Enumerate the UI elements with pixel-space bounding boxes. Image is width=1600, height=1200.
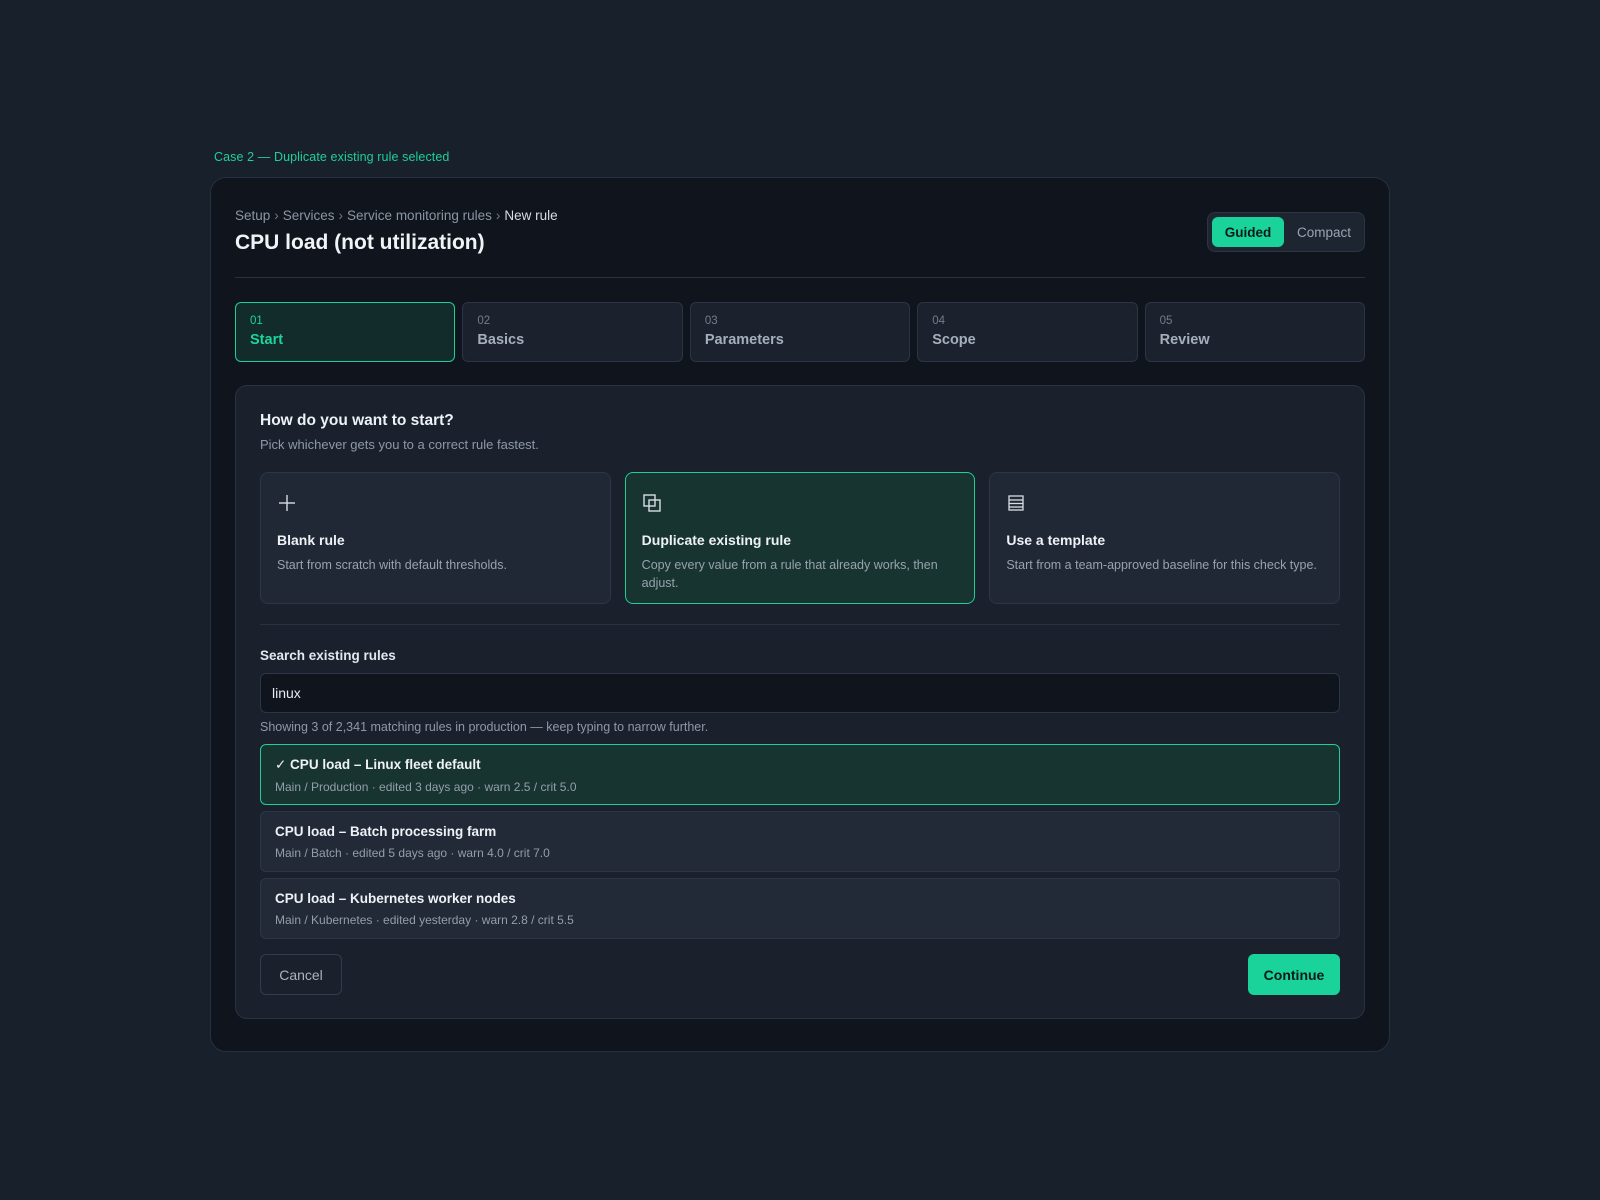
template-icon — [1008, 495, 1024, 511]
result-title: CPU load – Kubernetes worker nodes — [275, 891, 516, 906]
result-item[interactable]: CPU load – Batch processing farm Main / … — [260, 811, 1340, 872]
start-question-subtitle: Pick whichever gets you to a correct rul… — [260, 437, 539, 452]
step-number: 04 — [932, 315, 946, 327]
cancel-button[interactable]: Cancel — [260, 954, 342, 995]
option-duplicate-existing-rule[interactable]: Duplicate existing rule Copy every value… — [624, 472, 976, 604]
option-title: Use a template — [1006, 532, 1106, 548]
step-number: 03 — [704, 315, 718, 327]
duplicate-icon — [642, 494, 661, 512]
page-title: CPU load (not utilization) — [235, 231, 485, 254]
step-scope[interactable]: 04 Scope — [917, 302, 1138, 362]
breadcrumb-separator: › — [338, 208, 344, 223]
result-meta: Main / Batch · edited 5 days ago · warn … — [275, 846, 550, 860]
step-label: Start — [250, 332, 284, 348]
step-parameters[interactable]: 03 Parameters — [689, 302, 911, 362]
breadcrumb-separator: › — [495, 208, 501, 223]
page-header: Setup › Services › Service monitoring ru… — [235, 208, 1365, 278]
breadcrumb-services[interactable]: Services — [283, 208, 335, 223]
breadcrumb: Setup › Services › Service monitoring ru… — [235, 208, 1365, 223]
case-label: Case 2 — Duplicate existing rule selecte… — [214, 150, 450, 164]
breadcrumb-service-monitoring-rules[interactable]: Service monitoring rules — [347, 208, 492, 223]
result-title: CPU load – Batch processing farm — [275, 824, 497, 839]
wizard-steps: 01 Start 02 Basics 03 Parameters 04 Scop… — [235, 302, 1366, 362]
guided-mode-button[interactable]: Guided — [1212, 217, 1284, 247]
step-basics[interactable]: 02 Basics — [462, 302, 683, 362]
search-results-list: ✓ CPU load – Linux fleet default Main / … — [260, 744, 1340, 945]
step-label: Scope — [932, 332, 976, 348]
option-description: Start from scratch with default threshol… — [277, 558, 507, 572]
result-meta: Main / Kubernetes · edited yesterday · w… — [275, 913, 574, 927]
step-label: Review — [1159, 332, 1210, 348]
start-options: Blank rule Start from scratch with defau… — [260, 472, 1341, 604]
step-number: 05 — [1159, 315, 1173, 327]
result-item[interactable]: CPU load – Kubernetes worker nodes Main … — [260, 878, 1340, 939]
option-blank-rule[interactable]: Blank rule Start from scratch with defau… — [260, 472, 611, 604]
step-start[interactable]: 01 Start — [235, 302, 456, 362]
start-question-title: How do you want to start? — [260, 412, 454, 429]
compact-mode-button[interactable]: Compact — [1288, 217, 1360, 247]
breadcrumb-separator: › — [274, 208, 279, 223]
option-title: Duplicate existing rule — [641, 532, 792, 548]
start-panel: How do you want to start? Pick whichever… — [235, 385, 1365, 1019]
option-description: Copy every value from a rule that alread… — [641, 558, 938, 590]
step-label: Parameters — [704, 332, 784, 348]
plus-icon — [279, 495, 295, 511]
rule-wizard-window: Setup › Services › Service monitoring ru… — [210, 177, 1390, 1052]
option-use-template[interactable]: Use a template Start from a team-approve… — [989, 472, 1341, 604]
step-review[interactable]: 05 Review — [1144, 302, 1366, 362]
step-number: 01 — [250, 315, 263, 327]
step-label: Basics — [477, 332, 525, 348]
mode-toggle: Guided Compact — [1207, 212, 1365, 252]
search-existing-rules-label: Search existing rules — [260, 648, 396, 663]
search-existing-rules-input[interactable] — [260, 673, 1340, 713]
option-title: Blank rule — [277, 532, 345, 548]
section-divider — [260, 624, 1340, 625]
breadcrumb-current: New rule — [504, 208, 558, 223]
step-number: 02 — [477, 315, 491, 327]
option-description: Start from a team-approved baseline for … — [1006, 558, 1317, 572]
result-meta: Main / Production · edited 3 days ago · … — [275, 780, 577, 794]
result-item[interactable]: ✓ CPU load – Linux fleet default Main / … — [260, 744, 1340, 805]
search-results-hint: Showing 3 of 2,341 matching rules in pro… — [260, 720, 709, 734]
result-title: ✓ CPU load – Linux fleet default — [275, 757, 481, 772]
continue-button[interactable]: Continue — [1248, 954, 1340, 995]
breadcrumb-setup[interactable]: Setup — [235, 208, 270, 223]
